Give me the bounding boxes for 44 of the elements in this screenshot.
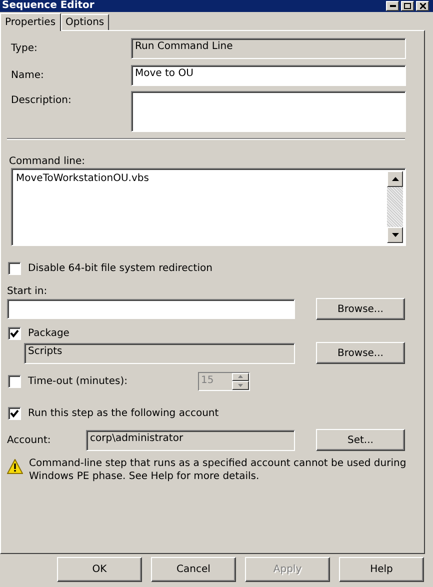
command-text: MoveToWorkstationOU.vbs <box>15 172 150 186</box>
scroll-down-icon <box>392 233 398 237</box>
spin-down-icon <box>238 384 243 387</box>
name-field[interactable]: Move to OU <box>131 65 406 86</box>
close-icon <box>420 3 426 9</box>
minimize-icon <box>390 5 396 7</box>
account-field: corp\administrator <box>86 430 295 450</box>
spin-up-icon <box>238 375 243 378</box>
description-field[interactable] <box>131 91 406 132</box>
checkbox[interactable] <box>8 406 21 420</box>
field-label: Type: <box>11 43 38 54</box>
field-label: Description: <box>11 95 72 106</box>
start-in-field[interactable] <box>7 299 295 319</box>
checkbox-label: Disable 64-bit file system redirection <box>28 262 212 274</box>
set-button[interactable]: Set... <box>316 429 405 451</box>
package-field: Scripts <box>24 342 295 364</box>
checkbox-label: Run this step as the following account <box>28 408 219 418</box>
field-label: Name: <box>11 70 45 81</box>
checkbox[interactable] <box>8 326 21 340</box>
maximize-button[interactable] <box>401 1 414 11</box>
warning-icon <box>7 459 23 474</box>
tab[interactable]: Options <box>60 14 110 30</box>
warning-message: Command-line step that runs as a specified account cannot be used during Windows PE phase. See Help for more details. <box>29 457 408 483</box>
browse-button[interactable]: Browse... <box>316 298 405 320</box>
browse-button[interactable]: Browse... <box>316 342 405 364</box>
checkbox-label: Package <box>28 328 70 338</box>
checkbox[interactable] <box>8 374 21 388</box>
scroll-up-icon <box>392 177 398 181</box>
scrollbar[interactable] <box>387 171 403 243</box>
minimize-button[interactable] <box>386 1 399 11</box>
command-line-field[interactable]: MoveToWorkstationOU.vbs <box>11 168 406 246</box>
tab[interactable]: Properties <box>0 13 61 31</box>
field-label: Start in: <box>7 286 48 296</box>
close-button[interactable] <box>416 1 429 11</box>
dialog-button[interactable]: Help <box>339 557 424 582</box>
dialog-button[interactable]: Cancel <box>151 557 236 582</box>
checkbox-label: Time-out (minutes): <box>28 376 128 386</box>
dialog-button[interactable]: OK <box>57 557 142 582</box>
field-label: Account: <box>7 434 52 446</box>
maximize-icon <box>404 3 411 9</box>
field-label: Command line: <box>9 156 85 166</box>
window-title: Sequence Editor <box>2 0 94 12</box>
type-field: Run Command Line <box>131 38 406 59</box>
checkbox[interactable] <box>8 262 21 274</box>
